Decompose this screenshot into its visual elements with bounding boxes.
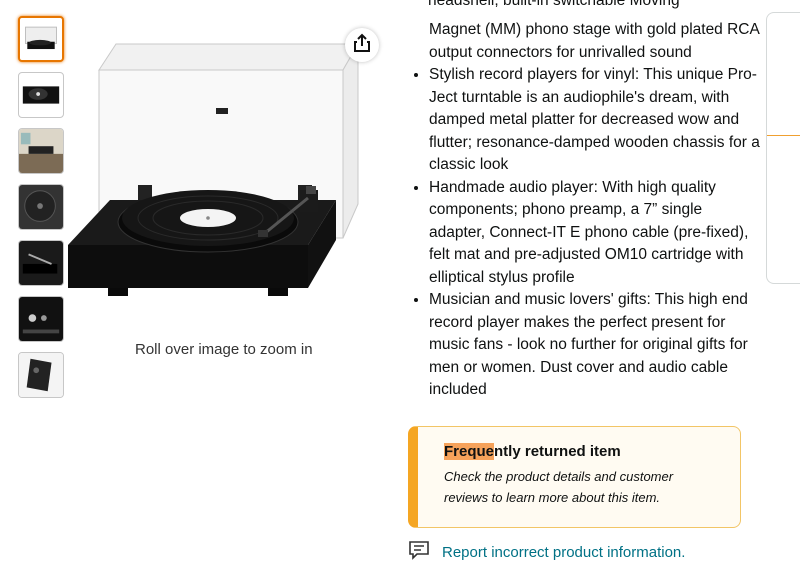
frequently-returned-desc: Check the product details and customer r… <box>444 466 740 508</box>
feedback-icon <box>408 540 430 565</box>
thumbnail-3[interactable] <box>18 128 64 174</box>
zoom-hint: Roll over image to zoom in <box>135 341 313 358</box>
feature-bullet-3: Musician and music lovers' gifts: This h… <box>429 289 762 402</box>
desc-line-2: reviews to learn more about this item. <box>444 490 661 505</box>
buybox-edge <box>766 12 800 284</box>
thumbnail-6[interactable] <box>18 296 64 342</box>
share-icon <box>353 33 371 58</box>
buybox-divider <box>767 135 800 136</box>
report-incorrect-info[interactable]: Report incorrect product information. <box>408 540 685 565</box>
feature-intro: Magnet (MM) phono stage with gold plated… <box>429 21 759 61</box>
main-product-image[interactable] <box>68 40 378 310</box>
title-rest: ntly returned item <box>494 443 621 460</box>
feature-bullets: Magnet (MM) phono stage with gold plated… <box>410 0 762 402</box>
frequently-returned-alert: Frequently returned item Check the produ… <box>408 426 741 528</box>
share-button[interactable] <box>345 28 379 62</box>
feature-bullet-1: Stylish record players for vinyl: This u… <box>429 64 762 177</box>
feature-bullet-2: Handmade audio player: With high quality… <box>429 177 762 290</box>
title-highlight: Freque <box>444 443 495 460</box>
thumbnail-1[interactable] <box>18 16 64 62</box>
thumbnail-4[interactable] <box>18 184 64 230</box>
thumbnail-2[interactable] <box>18 72 64 118</box>
report-link[interactable]: Report incorrect product information. <box>442 544 685 561</box>
desc-line-1: Check the product details and customer <box>444 469 674 484</box>
frequently-returned-title: Frequently returned item <box>444 443 740 460</box>
thumbnail-5[interactable] <box>18 240 64 286</box>
thumbnail-7[interactable] <box>18 352 64 398</box>
